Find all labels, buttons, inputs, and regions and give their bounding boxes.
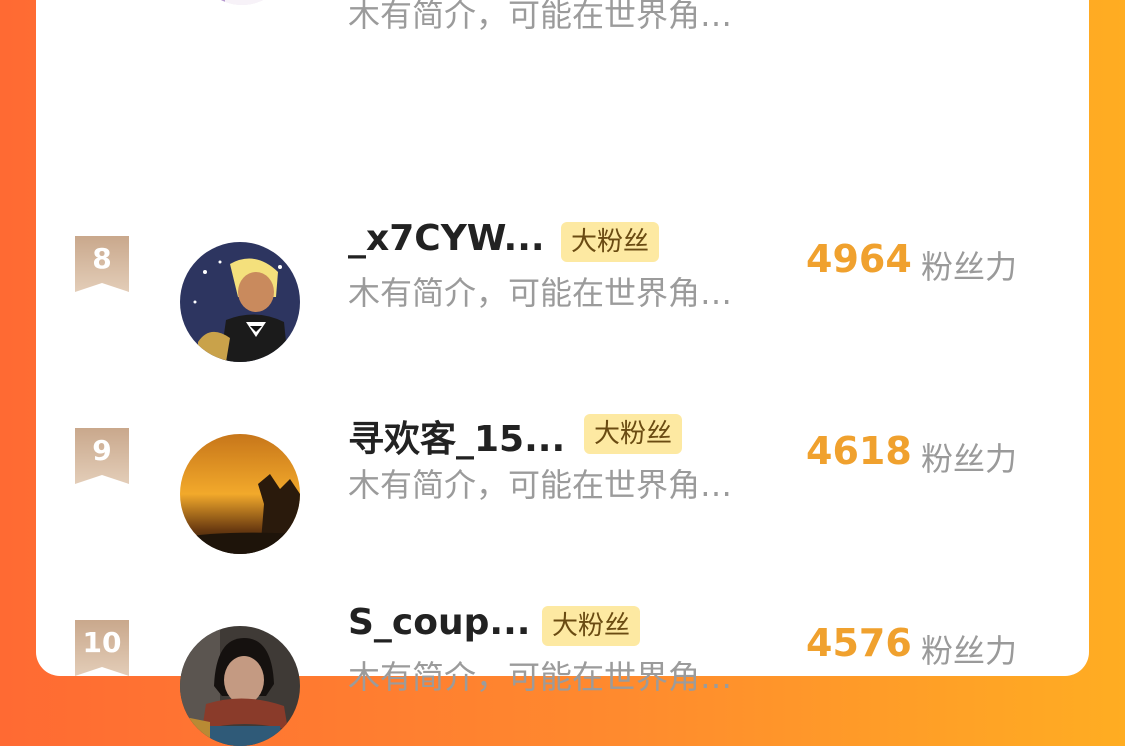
fan-power-unit: 粉丝力 xyxy=(921,440,1018,478)
fan-power-score: 4964 xyxy=(806,237,912,281)
rank-number: 9 xyxy=(92,434,112,467)
rank-number: 8 xyxy=(92,242,112,275)
fan-level-badge: 大粉丝 xyxy=(542,606,641,646)
user-name[interactable]: S_coup... xyxy=(348,602,530,643)
avatar-cat-icon[interactable] xyxy=(195,0,289,5)
fan-power-unit: 粉丝力 xyxy=(921,248,1018,286)
fan-level-badge: 大粉丝 xyxy=(561,222,660,262)
avatar-person-scarf-icon[interactable] xyxy=(180,626,300,746)
fan-level-badge: 大粉丝 xyxy=(584,414,683,454)
user-name[interactable]: _x7CYW... xyxy=(348,218,545,259)
rank-number: 10 xyxy=(82,626,122,659)
list-item[interactable]: 8 _x7CYW... 大粉丝 木有简介，可能在世界角… 4964 粉丝力 xyxy=(36,100,1089,362)
user-name[interactable]: 寻欢客_15... xyxy=(348,410,565,462)
fan-power-score: 4576 xyxy=(806,621,912,665)
rank-badge: 9 xyxy=(75,428,129,484)
fan-power-score: 4618 xyxy=(806,429,912,473)
rank-badge: 8 xyxy=(75,236,129,292)
fan-ranking-card: 木有简介，可能在世界角… 8 _x7CYW... 大粉丝 木有简介，可能在世界角… xyxy=(36,0,1089,746)
list-item[interactable]: 10 S_coup... 大粉丝 木有简介，可能在世界角… 4576 粉丝力 xyxy=(36,484,1089,746)
fan-power-unit: 粉丝力 xyxy=(921,632,1018,670)
list-item[interactable]: 9 寻欢客_15... 大粉丝 木有简介，可能在世界角… 4618 粉丝力 xyxy=(36,292,1089,554)
rank-badge: 10 xyxy=(75,620,129,676)
intro-text: 木有简介，可能在世界角… xyxy=(348,0,733,34)
intro-text: 木有简介，可能在世界角… xyxy=(348,658,733,696)
